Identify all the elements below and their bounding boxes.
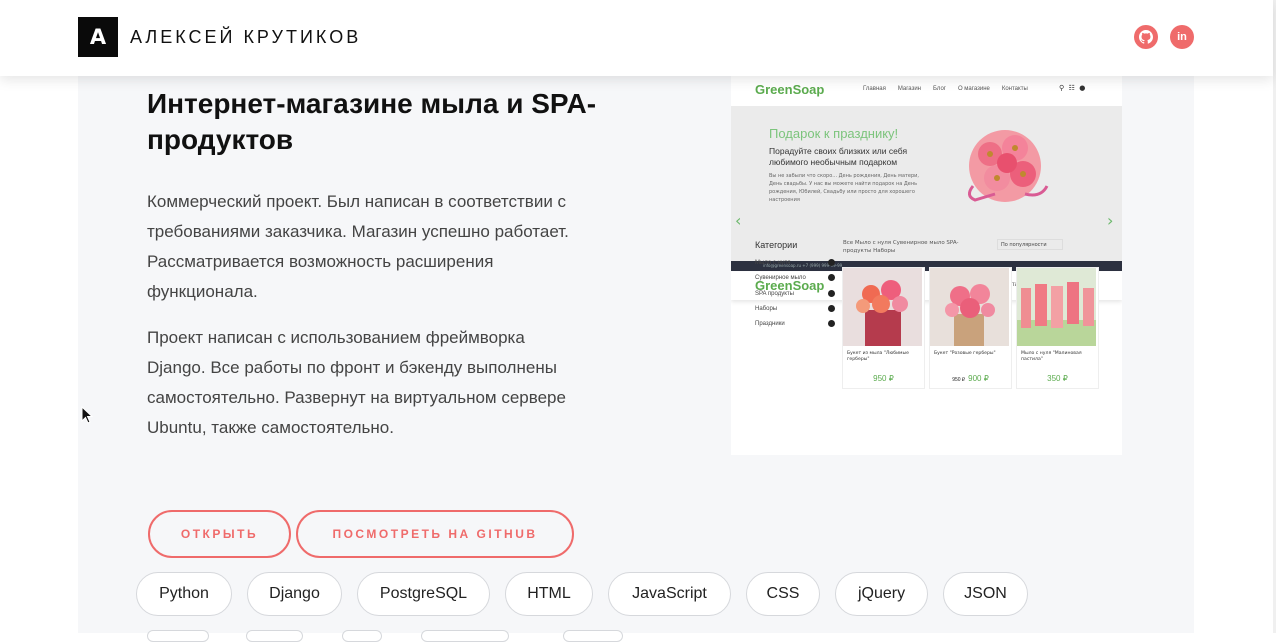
mock-product-name: Букет из мыла "Любимые герберы" — [847, 351, 909, 362]
tech-tag-partial — [147, 630, 209, 642]
tech-tag: JSON — [943, 572, 1028, 616]
brand-name[interactable]: АЛЕКСЕЙ КРУТИКОВ — [130, 27, 361, 48]
product-image-icon — [930, 268, 1009, 346]
chevron-down-icon — [828, 259, 835, 266]
tech-tag: Python — [136, 572, 232, 616]
view-on-github-button[interactable]: ПОСМОТРЕТЬ НА GITHUB — [296, 510, 574, 558]
project-description: Коммерческий проект. Был написан в соотв… — [147, 192, 569, 301]
tech-tag: CSS — [746, 572, 820, 616]
product-image-icon — [1017, 268, 1096, 346]
mock-category-item: SPA продукты — [755, 290, 835, 297]
mock-category-item: Праздники — [755, 320, 835, 327]
tech-tag-partial — [246, 630, 303, 642]
mock-product-name: Мыло с нуля "Малиновая пастила" — [1021, 351, 1082, 362]
mock-category-item: Мыло с нуля — [755, 259, 835, 266]
mock-category-item: Сувенирное мыло — [755, 274, 835, 281]
tech-tag-partial — [342, 630, 382, 642]
mock-product-price: 950 ₽ — [873, 374, 894, 383]
mock-nav-icons: ⚲ ☷ ● — [1059, 84, 1086, 92]
tech-tag: PostgreSQL — [357, 572, 490, 616]
linkedin-label: in — [1177, 31, 1187, 43]
mock-menu-item: О магазине — [957, 86, 990, 92]
chevron-down-icon — [828, 274, 835, 281]
linkedin-icon[interactable]: in — [1170, 25, 1194, 49]
mock-product-price: 900 ₽ — [968, 374, 989, 383]
mock-product-price: 350 ₽ — [1047, 374, 1068, 383]
mock-product-card: Букет из мыла "Любимые герберы" 950 ₽ — [842, 267, 925, 389]
mock-menu-item: Магазин — [897, 86, 921, 92]
mock-product-old-price: 950 ₽ — [952, 377, 966, 383]
mock-product-name: Букет "Розовые герберы" — [934, 351, 996, 356]
mock-navbar: GreenSoap Главная Магазин Блог О магазине Ко… — [731, 76, 1122, 104]
mock-hero-slider: ‹ › Подарок к празднику! Порадуйте своих… — [731, 106, 1122, 261]
chevron-down-icon — [828, 305, 835, 312]
mock-menu-item: Блог — [933, 86, 946, 92]
tech-tag: Django — [247, 572, 342, 616]
mock-product-card: Букет "Розовые герберы" 950 ₽900 ₽ — [929, 267, 1012, 389]
mock-menu-item: Главная — [863, 86, 886, 92]
mock-product-price-row: 950 ₽900 ₽ — [930, 374, 1011, 383]
mock-logo: GreenSoap — [755, 82, 825, 97]
mock-menu: Главная Магазин Блог О магазине Контакты — [863, 86, 1040, 92]
chevron-down-icon — [828, 290, 835, 297]
mock-category-item: Наборы — [755, 305, 835, 312]
project-title: Интернет-магазине мыла и SPA-продуктов — [147, 88, 597, 155]
product-image-icon — [843, 268, 922, 346]
github-icon[interactable] — [1134, 25, 1158, 49]
mock-prev-arrow-icon: ‹ — [735, 211, 742, 230]
mouse-cursor-icon — [81, 406, 93, 424]
tech-tag-partial — [563, 630, 623, 642]
mock-categories-heading: Категории — [755, 240, 798, 250]
tech-tag: JavaScript — [608, 572, 731, 616]
logo-badge[interactable]: А — [78, 17, 118, 57]
mock-hero-subtitle: Порадуйте своих близких или себя любимог… — [769, 146, 908, 167]
open-project-button[interactable]: ОТКРЫТЬ — [148, 510, 291, 558]
bouquet-image-icon — [968, 130, 1049, 202]
project-screenshot[interactable]: GreenSoap Главная Магазин Блог О магазине Ко… — [731, 76, 1122, 455]
mock-next-arrow-icon: › — [1107, 211, 1114, 230]
tech-tag: jQuery — [835, 572, 928, 616]
mock-product-card: Мыло с нуля "Малиновая пастила" 350 ₽ — [1016, 267, 1099, 389]
mock-hero-heading: Подарок к празднику! — [769, 126, 899, 141]
tech-tag-partial — [421, 630, 509, 642]
site-header: А АЛЕКСЕЙ КРУТИКОВ in — [0, 0, 1273, 76]
mock-breadcrumbs: Все Мыло с нуля Сувенирное мыло SPA-прод… — [843, 240, 959, 254]
project-tech-description: Проект написан с использованием фреймвор… — [147, 328, 566, 437]
mock-menu-item: Контакты — [1001, 86, 1028, 92]
chevron-down-icon — [828, 320, 835, 327]
tech-tag: HTML — [505, 572, 593, 616]
mock-hero-text: Вы не забыли что скоро... День рождения,… — [769, 173, 920, 203]
mock-sort-select: По популярности — [997, 239, 1063, 250]
